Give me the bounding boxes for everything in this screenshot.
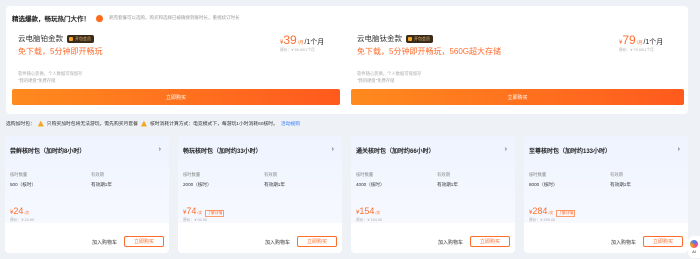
- plan-badge: 开包会员: [67, 34, 94, 43]
- price-original: 原价：¥ 94.00: [183, 218, 208, 222]
- pack-qty: 2000（核时）: [183, 182, 212, 187]
- pack-price: ¥ 74 /次 了解详情: [183, 206, 225, 217]
- pack-qty: 4000（核时）: [356, 182, 385, 187]
- pack-valid: 有效期1年: [264, 182, 285, 187]
- chevron-right-icon[interactable]: ›: [505, 146, 507, 153]
- details-tag[interactable]: 了解详情: [205, 210, 225, 217]
- plan-slogan: 免下载，5分钟即开畅玩: [18, 47, 103, 56]
- add-to-cart-link[interactable]: 加入购物车: [438, 239, 463, 246]
- price-unit: /月: [636, 40, 643, 45]
- notice-lead: 选购加时包：: [6, 122, 35, 127]
- plan-name: 云电脑铂金款: [18, 34, 63, 43]
- buy-now-button[interactable]: 立即购买: [643, 236, 683, 247]
- plan-badge-label: 开包会员: [75, 35, 91, 41]
- pack-price: ¥ 284 /次 了解详情: [529, 206, 576, 217]
- plan-note: "我的硬盘"免费存储: [18, 78, 56, 83]
- pack-qty-label: 核时数量: [529, 172, 547, 177]
- add-to-cart-link[interactable]: 加入购物车: [611, 239, 636, 246]
- plan-price: ¥ 39 /月 /1个月 原价：¥ 59.00/1个月: [280, 33, 340, 53]
- pack-qty: 8000（核时）: [529, 182, 558, 187]
- pack-title: 尝鲜核时包（加时约8小时）: [10, 149, 86, 155]
- pack-valid-label: 有效期: [264, 172, 277, 177]
- rules-link[interactable]: 活动规则: [281, 120, 300, 127]
- pack-valid-label: 有效期: [610, 172, 623, 177]
- plan-price: ¥ 79 /月 /1个月 原价：¥ 79.00/1个月: [619, 33, 679, 53]
- details-tag[interactable]: 了解详情: [556, 210, 576, 217]
- plan-badge: 开包会员: [406, 34, 433, 43]
- pack-title: 通关核时包（加时约66小时）: [356, 149, 435, 155]
- buy-now-button[interactable]: 立即购买: [470, 236, 510, 247]
- promo-hint: 耗完套餐可以选购，购买和选择已被确保到账时长，重视续订时长: [109, 15, 240, 20]
- warning-icon: [37, 120, 44, 127]
- buy-now-button-titanium[interactable]: 立即购买: [351, 89, 684, 105]
- promo-title: 精选爆款，畅玩热门大作！: [12, 16, 90, 23]
- price-period: /1个月: [643, 39, 664, 46]
- ai-assistant-widget[interactable]: AI: [688, 236, 700, 258]
- pack-valid-label: 有效期: [437, 172, 450, 177]
- addon-notice: 选购加时包： 只购买加时包将无法游玩，需先购买月套餐 核时消耗计算方式：电竞模式…: [6, 120, 300, 127]
- notice-warning-1: 只购买加时包将无法游玩，需先购买月套餐: [46, 122, 138, 127]
- promo-card: 精选爆款，畅玩热门大作！ 耗完套餐可以选购，购买和选择已被确保到账时长，重视续订…: [6, 6, 688, 114]
- add-to-cart-link[interactable]: 加入购物车: [92, 239, 117, 246]
- price-original: 原价：¥ 154.00: [356, 218, 383, 222]
- pack-qty-label: 核时数量: [356, 172, 374, 177]
- pack-title: 至尊核时包（加时约133小时）: [529, 149, 612, 155]
- ai-assistant-label: AI: [692, 249, 696, 254]
- price-unit: /次: [197, 211, 203, 215]
- fire-icon: [96, 14, 103, 22]
- pack-valid: 有效期1年: [610, 182, 631, 187]
- plan-name: 云电脑钛金款: [357, 34, 402, 43]
- price-original: 原价：¥ 59.00/1个月: [280, 48, 315, 52]
- ai-assistant-icon: [690, 240, 698, 248]
- add-to-cart-link[interactable]: 加入购物车: [265, 239, 290, 246]
- plan-slogan: 免下载，5分钟即开畅玩，560G超大存储: [357, 47, 502, 56]
- plan-badge-label: 开包会员: [414, 35, 430, 41]
- price-unit: /次: [375, 211, 381, 215]
- warning-icon: [140, 120, 147, 127]
- notice-warning-2: 核时消耗计算方式：电竞模式下，每游玩1小时消耗60核时。: [149, 122, 278, 127]
- pack-valid: 有效期1年: [91, 182, 112, 187]
- price-value: 79: [622, 33, 636, 47]
- price-value: 154: [359, 206, 375, 216]
- chevron-right-icon[interactable]: ›: [678, 146, 680, 153]
- price-unit: /月: [297, 40, 304, 45]
- addon-pack-card[interactable]: 畅玩核时包（加时约33小时） › 核时数量 有效期 2000（核时） 有效期1年…: [178, 136, 342, 253]
- promo-header: 精选爆款，畅玩热门大作！ 耗完套餐可以选购，购买和选择已被确保到账时长，重视续订…: [12, 13, 240, 23]
- price-value: 39: [283, 33, 297, 47]
- buy-now-button[interactable]: 立即购买: [297, 236, 337, 247]
- pack-qty-label: 核时数量: [10, 172, 28, 177]
- pack-title: 畅玩核时包（加时约33小时）: [183, 149, 262, 155]
- buy-now-button[interactable]: 立即购买: [124, 236, 164, 247]
- addon-pack-card[interactable]: 尝鲜核时包（加时约8小时） › 核时数量 有效期 500（核时） 有效期1年 ¥…: [5, 136, 169, 253]
- vip-badge-icon: [408, 36, 412, 41]
- pack-qty-label: 核时数量: [183, 172, 201, 177]
- plan-note: 软件随心装换，个人数据可保留存: [357, 71, 422, 76]
- price-value: 284: [532, 206, 548, 216]
- price-value: 24: [13, 206, 24, 216]
- price-unit: /次: [24, 211, 30, 215]
- buy-now-button-platinum[interactable]: 立即购买: [12, 89, 340, 105]
- pack-price: ¥ 154 /次: [356, 206, 380, 216]
- plan-note: 软件随心装换，个人数据可保留存: [18, 71, 83, 76]
- chevron-right-icon[interactable]: ›: [332, 146, 334, 153]
- price-original: 原价：¥ 79.00/1个月: [619, 48, 654, 52]
- price-unit: /次: [548, 211, 554, 215]
- pack-qty: 500（核时）: [10, 182, 37, 187]
- pack-valid: 有效期1年: [437, 182, 458, 187]
- addon-pack-card[interactable]: 通关核时包（加时约66小时） › 核时数量 有效期 4000（核时） 有效期1年…: [351, 136, 515, 253]
- vip-badge-icon: [69, 36, 73, 41]
- pack-valid-label: 有效期: [91, 172, 104, 177]
- price-value: 74: [186, 206, 197, 216]
- price-original: 原价：¥ 299.00: [529, 218, 556, 222]
- price-period: /1个月: [304, 39, 325, 46]
- price-original: 原价：¥ 24.90: [10, 218, 35, 222]
- chevron-right-icon[interactable]: ›: [159, 146, 161, 153]
- pack-price: ¥ 24 /次: [10, 206, 29, 216]
- plan-note: "我的硬盘"免费存储: [357, 78, 395, 83]
- addon-pack-card[interactable]: 至尊核时包（加时约133小时） › 核时数量 有效期 8000（核时） 有效期1…: [524, 136, 688, 253]
